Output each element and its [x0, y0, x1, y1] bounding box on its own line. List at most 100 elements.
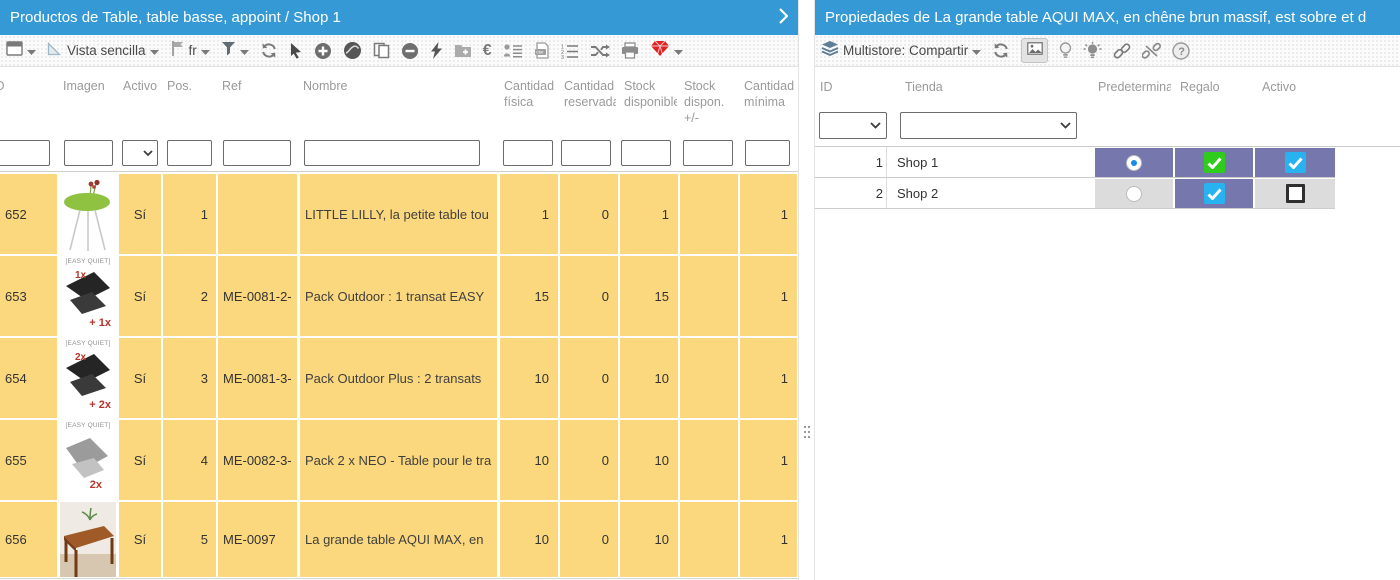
column-header-nombre[interactable]: Nombre	[303, 78, 493, 95]
cell-cantidad-reservada[interactable]: 0	[560, 338, 618, 418]
cell-activo[interactable]: Sí	[119, 256, 161, 336]
cell-cantidad-fisica[interactable]: 10	[500, 502, 558, 577]
cell-cantidad-minima[interactable]: 1	[740, 174, 797, 254]
attributes-list-button[interactable]	[503, 43, 523, 59]
checkbox-unchecked-icon[interactable]	[1286, 184, 1305, 203]
refresh-button[interactable]	[260, 42, 278, 59]
cell-cantidad-minima[interactable]: 1	[740, 502, 797, 577]
duplicate-button[interactable]	[373, 42, 390, 59]
filter-id-input[interactable]	[0, 140, 50, 166]
collapse-panel-chevron-icon[interactable]	[778, 8, 788, 28]
cell-cantidad-fisica[interactable]: 15	[500, 256, 558, 336]
cell-pos[interactable]: 2	[163, 256, 216, 336]
add-product-button[interactable]	[314, 42, 332, 60]
cell-regalo[interactable]	[1175, 148, 1253, 177]
filter-ref-input[interactable]	[223, 140, 291, 166]
cell-pos[interactable]: 3	[163, 338, 216, 418]
filter-imagen-input[interactable]	[64, 140, 113, 166]
cell-cantidad-reservada[interactable]: 0	[560, 420, 618, 500]
cell-ref[interactable]: ME-0081-3-	[218, 338, 297, 418]
column-header-cantidad-minima[interactable]: Cantidad mínima	[744, 78, 796, 112]
print-button[interactable]	[621, 42, 639, 59]
shuffle-button[interactable]	[590, 43, 610, 59]
filter-stock-dispon-input[interactable]	[683, 140, 733, 166]
cell-stock-disponible[interactable]: 10	[620, 502, 678, 577]
column-header-pos[interactable]: Pos.	[167, 78, 212, 95]
bulb-off-button[interactable]	[1059, 42, 1072, 60]
language-selector-button[interactable]: fr	[170, 40, 210, 61]
cell-nombre[interactable]: La grande table AQUI MAX, en	[300, 502, 497, 577]
cell-activo[interactable]: Sí	[119, 338, 161, 418]
cell-predeterminada[interactable]	[1095, 148, 1173, 177]
cell-nombre[interactable]: Pack Outdoor Plus : 2 transats	[300, 338, 497, 418]
select-cursor-button[interactable]	[289, 42, 303, 59]
cell-ref[interactable]: ME-0097	[218, 502, 297, 577]
unlink-button[interactable]	[1142, 42, 1161, 60]
cell-cantidad-reservada[interactable]: 0	[560, 502, 618, 577]
filter-cantidad-reservada-input[interactable]	[561, 140, 611, 166]
filter-nombre-input[interactable]	[304, 140, 480, 166]
cell-nombre[interactable]: Pack 2 x NEO - Table pour le tra	[300, 420, 497, 500]
image-preview-button[interactable]	[1021, 38, 1048, 63]
cell-stock-dispon[interactable]	[680, 256, 738, 336]
cell-imagen[interactable]: [EASY QUIET] 2x	[59, 420, 117, 500]
cell-id[interactable]: 2	[815, 178, 887, 208]
cell-cantidad-fisica[interactable]: 1	[500, 174, 558, 254]
filter-button[interactable]	[221, 41, 249, 61]
column-header-activo[interactable]: Activo	[1262, 80, 1317, 94]
column-header-ref[interactable]: Ref	[222, 78, 292, 95]
cell-stock-dispon[interactable]	[680, 420, 738, 500]
cell-cantidad-reservada[interactable]: 0	[560, 174, 618, 254]
checkbox-checked-cyan-icon[interactable]	[1204, 183, 1225, 204]
column-header-cantidad-reservada[interactable]: Cantidad reservada	[564, 78, 616, 112]
csv-export-button[interactable]: csv	[534, 42, 550, 59]
cell-cantidad-minima[interactable]: 1	[740, 338, 797, 418]
cell-id[interactable]: 1	[815, 147, 887, 177]
column-header-id[interactable]: ID	[0, 78, 14, 95]
filter-cantidad-minima-input[interactable]	[745, 140, 790, 166]
prices-button[interactable]: €	[483, 43, 492, 59]
column-header-stock-disponible[interactable]: Stock disponible	[624, 78, 677, 112]
filter-cantidad-fisica-input[interactable]	[503, 140, 553, 166]
cell-ref[interactable]	[218, 174, 297, 254]
cell-id[interactable]: 654	[0, 338, 57, 418]
checkbox-checked-green-icon[interactable]	[1204, 152, 1225, 173]
cell-cantidad-minima[interactable]: 1	[740, 256, 797, 336]
premium-gem-button[interactable]	[650, 40, 683, 62]
cell-nombre[interactable]: Pack Outdoor : 1 transat EASY	[300, 256, 497, 336]
filter-pos-input[interactable]	[167, 140, 212, 166]
cell-imagen[interactable]	[59, 174, 117, 254]
cell-cantidad-reservada[interactable]: 0	[560, 256, 618, 336]
remove-button[interactable]	[401, 42, 419, 60]
cell-pos[interactable]: 5	[163, 502, 216, 577]
column-header-predeterminada[interactable]: Predeterminada	[1098, 80, 1171, 94]
cell-id[interactable]: 656	[0, 502, 57, 577]
cell-imagen[interactable]: [EASY QUIET] 1x + 1x	[59, 256, 117, 336]
cell-id[interactable]: 653	[0, 256, 57, 336]
cell-stock-dispon[interactable]	[680, 502, 738, 577]
multistore-button[interactable]: Multistore: Compartir	[821, 40, 981, 61]
cell-id[interactable]: 652	[0, 174, 57, 254]
cell-imagen[interactable]	[59, 502, 117, 577]
cell-stock-disponible[interactable]: 10	[620, 338, 678, 418]
cell-activo[interactable]	[1255, 148, 1335, 177]
cell-id[interactable]: 655	[0, 420, 57, 500]
cell-tienda[interactable]: Shop 1	[887, 155, 938, 170]
window-view-button[interactable]	[6, 41, 36, 61]
radio-unselected-icon[interactable]	[1126, 186, 1142, 202]
cell-ref[interactable]: ME-0082-3-	[218, 420, 297, 500]
cell-stock-disponible[interactable]: 1	[620, 174, 678, 254]
cell-activo[interactable]: Sí	[119, 502, 161, 577]
cell-pos[interactable]: 1	[163, 174, 216, 254]
cell-activo[interactable]: Sí	[119, 420, 161, 500]
cell-cantidad-minima[interactable]: 1	[740, 420, 797, 500]
radio-selected-icon[interactable]	[1126, 155, 1142, 171]
cell-ref[interactable]: ME-0081-2-	[218, 256, 297, 336]
column-header-tienda[interactable]: Tienda	[905, 80, 975, 94]
cell-activo[interactable]	[1255, 179, 1335, 208]
cell-stock-disponible[interactable]: 15	[620, 256, 678, 336]
column-header-regalo[interactable]: Regalo	[1180, 80, 1235, 94]
bulb-on-button[interactable]	[1083, 42, 1102, 60]
cell-tienda[interactable]: Shop 2	[887, 186, 938, 201]
cell-regalo[interactable]	[1175, 179, 1253, 208]
